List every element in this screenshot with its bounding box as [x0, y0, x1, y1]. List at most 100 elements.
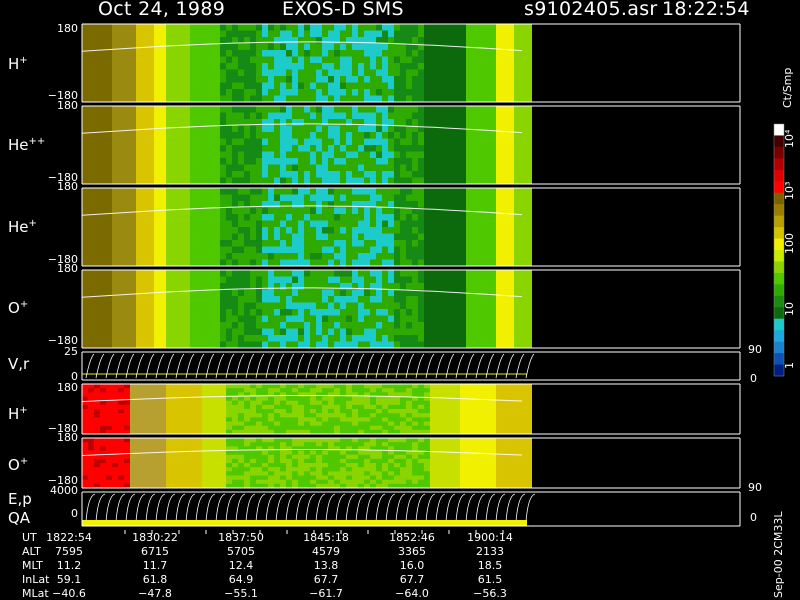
heatmap-cell [106, 438, 112, 443]
heatmap-cell [280, 164, 286, 172]
heatmap-cell [358, 328, 364, 336]
heatmap-cell [442, 409, 448, 414]
heatmap-cell [166, 413, 172, 418]
heatmap-cell [502, 259, 508, 267]
heatmap-cell [118, 164, 124, 172]
heatmap-cell [262, 421, 268, 427]
heatmap-cell [490, 296, 496, 303]
heatmap-cell [190, 246, 196, 254]
heatmap-cell [148, 463, 154, 468]
heatmap-cell [394, 201, 400, 208]
heatmap-cell [436, 188, 442, 195]
heatmap-cell [478, 106, 484, 113]
heatmap-cell [460, 388, 466, 393]
heatmap-cell [256, 132, 262, 139]
heatmap-cell [196, 220, 202, 228]
heatmap-cell [520, 384, 526, 389]
heatmap-cell [508, 37, 514, 44]
heatmap-cell [304, 201, 310, 208]
heatmap-cell [274, 322, 280, 329]
heatmap-cell [94, 188, 100, 195]
heatmap-cell [514, 328, 520, 336]
heatmap-cell [238, 76, 244, 83]
heatmap-cell [238, 454, 244, 460]
heatmap-cell [340, 259, 346, 267]
heatmap-cell [130, 194, 136, 202]
heatmap-cell [118, 328, 124, 336]
heatmap-cell [478, 335, 484, 342]
heatmap-cell [526, 214, 532, 221]
heatmap-cell [382, 270, 388, 277]
heatmap-cell [250, 409, 256, 414]
heatmap-cell [502, 276, 508, 284]
heatmap-cell [250, 442, 256, 447]
heatmap-cell [232, 194, 238, 202]
heatmap-cell [496, 240, 502, 247]
heatmap-cell [514, 425, 520, 431]
heatmap-cell [400, 158, 406, 165]
heatmap-cell [232, 454, 238, 460]
heatmap-cell [286, 413, 292, 418]
heatmap-cell [196, 69, 202, 77]
heatmap-cell [148, 177, 154, 185]
heatmap-cell [358, 246, 364, 254]
heatmap-cell [118, 446, 124, 451]
heatmap-cell [418, 309, 424, 316]
heatmap-cell [322, 89, 328, 96]
heatmap-cell [166, 112, 172, 120]
heatmap-cell [418, 89, 424, 96]
heatmap-cell [514, 214, 520, 221]
heatmap-cell [118, 253, 124, 260]
heatmap-cell [172, 302, 178, 310]
heatmap-cell [286, 69, 292, 77]
heatmap-cell [244, 425, 250, 431]
heatmap-cell [328, 425, 334, 431]
heatmap-cell [256, 63, 262, 70]
heatmap-cell [154, 413, 160, 418]
heatmap-cell [250, 479, 256, 485]
heatmap-cell [304, 82, 310, 90]
heatmap-cell [262, 450, 268, 456]
heatmap-cell [250, 125, 256, 133]
heatmap-cell [526, 400, 532, 406]
heatmap-cell [346, 214, 352, 221]
heatmap-cell [442, 132, 448, 139]
heatmap-cell [178, 475, 184, 481]
heatmap-cell [442, 188, 448, 195]
heatmap-cell [286, 24, 292, 31]
heatmap-cell [370, 69, 376, 77]
heatmap-cell [142, 421, 148, 427]
heatmap-cell [190, 201, 196, 208]
heatmap-cell [214, 89, 220, 96]
heatmap-cell [352, 270, 358, 277]
heatmap-cell [142, 158, 148, 165]
heatmap-cell [370, 43, 376, 51]
heatmap-cell [136, 125, 142, 133]
heatmap-cell [226, 233, 232, 241]
heatmap-cell [394, 322, 400, 329]
heatmap-cell [448, 421, 454, 427]
heatmap-cell [508, 384, 514, 389]
heatmap-cell [166, 76, 172, 83]
heatmap-cell [220, 56, 226, 64]
heatmap-cell [292, 409, 298, 414]
heatmap-cell [424, 259, 430, 267]
heatmap-cell [508, 151, 514, 159]
heatmap-cell [388, 322, 394, 329]
heatmap-cell [394, 82, 400, 90]
heatmap-cell [454, 309, 460, 316]
heatmap-cell [268, 384, 274, 389]
heatmap-cell [304, 106, 310, 113]
heatmap-cell [478, 388, 484, 393]
heatmap-cell [130, 125, 136, 133]
heatmap-cell [526, 50, 532, 57]
heatmap-cell [442, 259, 448, 267]
heatmap-cell [388, 177, 394, 185]
heatmap-cell [478, 240, 484, 247]
heatmap-cell [340, 425, 346, 431]
heatmap-cell [370, 214, 376, 221]
heatmap-cell [508, 158, 514, 165]
heatmap-cell [208, 164, 214, 172]
heatmap-cell [118, 392, 124, 397]
heatmap-cell [196, 446, 202, 451]
